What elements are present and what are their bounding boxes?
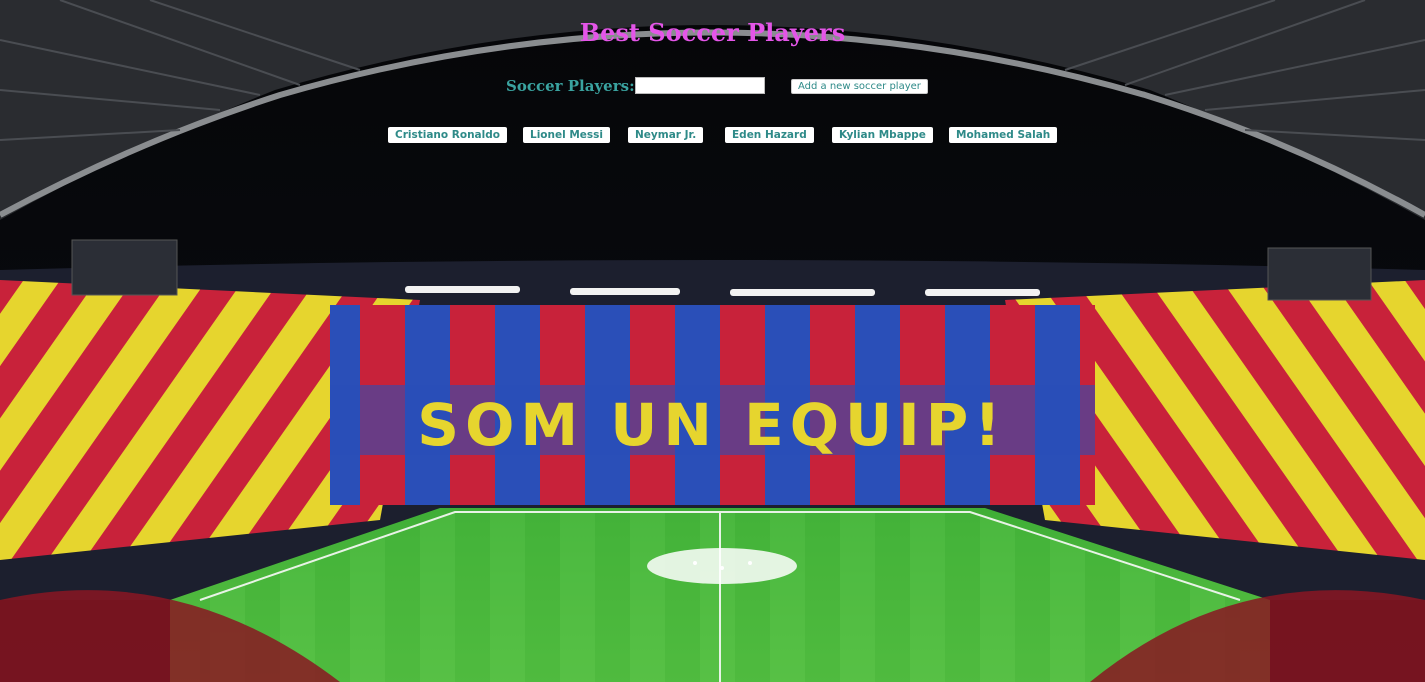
player-button-eden-hazard[interactable]: Eden Hazard: [725, 127, 814, 143]
player-button-kylian-mbappe[interactable]: Kylian Mbappe: [832, 127, 933, 143]
soccer-players-label: Soccer Players:: [506, 77, 635, 95]
page-overlay: Best Soccer Players Soccer Players: Add …: [0, 0, 1425, 682]
page-title: Best Soccer Players: [579, 18, 846, 47]
player-button-lionel-messi[interactable]: Lionel Messi: [523, 127, 611, 143]
soccer-player-input[interactable]: [635, 77, 765, 94]
add-player-form: Soccer Players: Add a new soccer player: [0, 77, 1425, 99]
add-player-button[interactable]: Add a new soccer player: [791, 79, 928, 94]
player-button-neymar-jr[interactable]: Neymar Jr.: [628, 127, 704, 143]
player-button-mohamed-salah[interactable]: Mohamed Salah: [949, 127, 1058, 143]
player-list: Cristiano Ronaldo Lionel Messi Neymar Jr…: [0, 127, 1425, 143]
player-button-cristiano-ronaldo[interactable]: Cristiano Ronaldo: [388, 127, 507, 143]
